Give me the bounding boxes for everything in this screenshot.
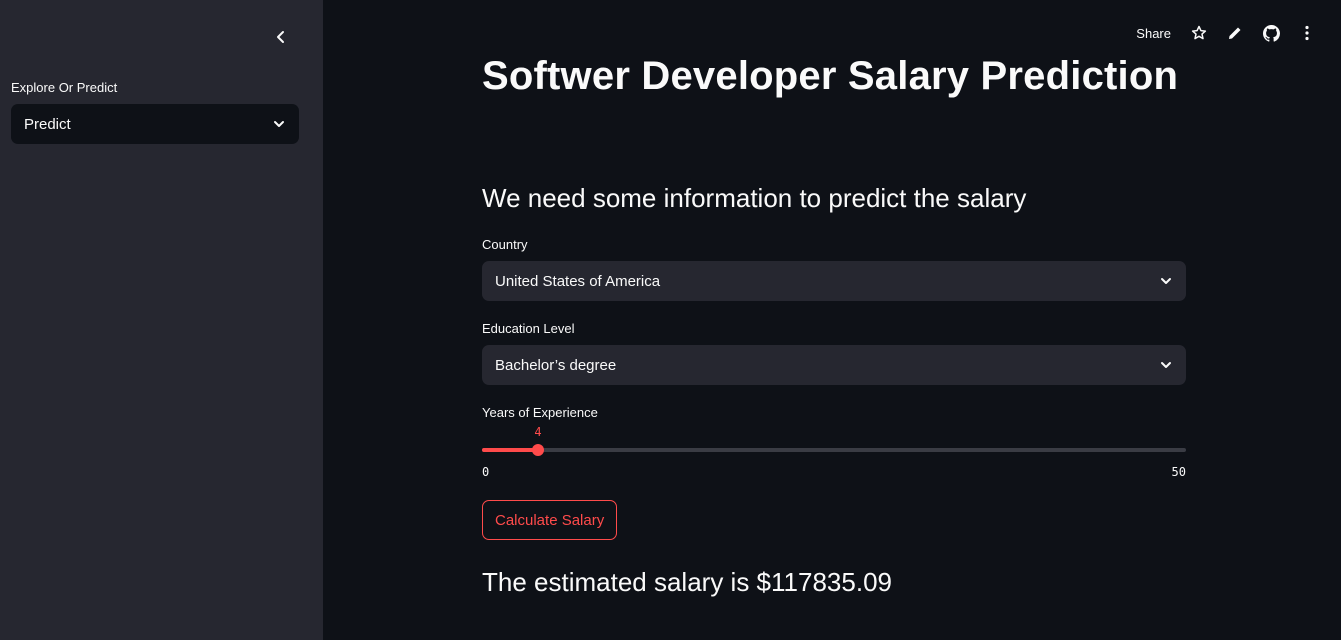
more-vertical-icon <box>1305 25 1309 41</box>
chevron-down-icon <box>1161 278 1171 284</box>
education-label: Education Level <box>482 321 575 336</box>
page-title: Softwer Developer Salary Prediction <box>482 54 1179 98</box>
slider-current-value: 4 <box>534 425 542 439</box>
explore-predict-select[interactable]: Predict <box>11 104 299 144</box>
country-value: United States of America <box>495 272 661 290</box>
estimated-salary-result: The estimated salary is $117835.09 <box>482 567 892 597</box>
star-icon <box>1191 25 1207 40</box>
app-root: Explore Or Predict Predict Share Softwer… <box>0 0 1341 640</box>
education-select[interactable]: Bachelor’s degree <box>482 345 1186 385</box>
chevron-down-icon <box>274 121 284 127</box>
sidebar: Explore Or Predict Predict <box>0 0 323 640</box>
slider-fill <box>482 448 538 452</box>
collapse-sidebar-button[interactable] <box>268 24 294 50</box>
experience-slider[interactable]: 4 0 50 <box>482 425 1186 480</box>
share-button[interactable]: Share <box>1126 26 1181 41</box>
chevron-left-icon <box>277 31 284 43</box>
main-content: Softwer Developer Salary Prediction We n… <box>482 50 1186 597</box>
experience-label: Years of Experience <box>482 405 598 420</box>
star-button[interactable] <box>1181 20 1217 46</box>
chevron-down-icon <box>1161 362 1171 368</box>
country-select[interactable]: United States of America <box>482 261 1186 301</box>
slider-track[interactable] <box>482 448 1186 452</box>
education-value: Bachelor’s degree <box>495 356 617 374</box>
pencil-icon <box>1229 27 1241 39</box>
slider-min-label: 0 <box>482 465 490 479</box>
calculate-salary-button[interactable]: Calculate Salary <box>482 500 618 540</box>
top-toolbar: Share <box>1126 20 1325 46</box>
slider-thumb[interactable] <box>532 444 544 456</box>
github-icon <box>1262 24 1280 42</box>
explore-predict-label: Explore Or Predict <box>11 80 118 95</box>
slider-max-label: 50 <box>1171 465 1186 479</box>
country-label: Country <box>482 237 528 252</box>
main-menu-button[interactable] <box>1289 20 1325 46</box>
explore-predict-value: Predict <box>24 115 71 133</box>
edit-button[interactable] <box>1217 20 1253 46</box>
github-button[interactable] <box>1253 20 1289 46</box>
subheader: We need some information to predict the … <box>482 183 1027 213</box>
